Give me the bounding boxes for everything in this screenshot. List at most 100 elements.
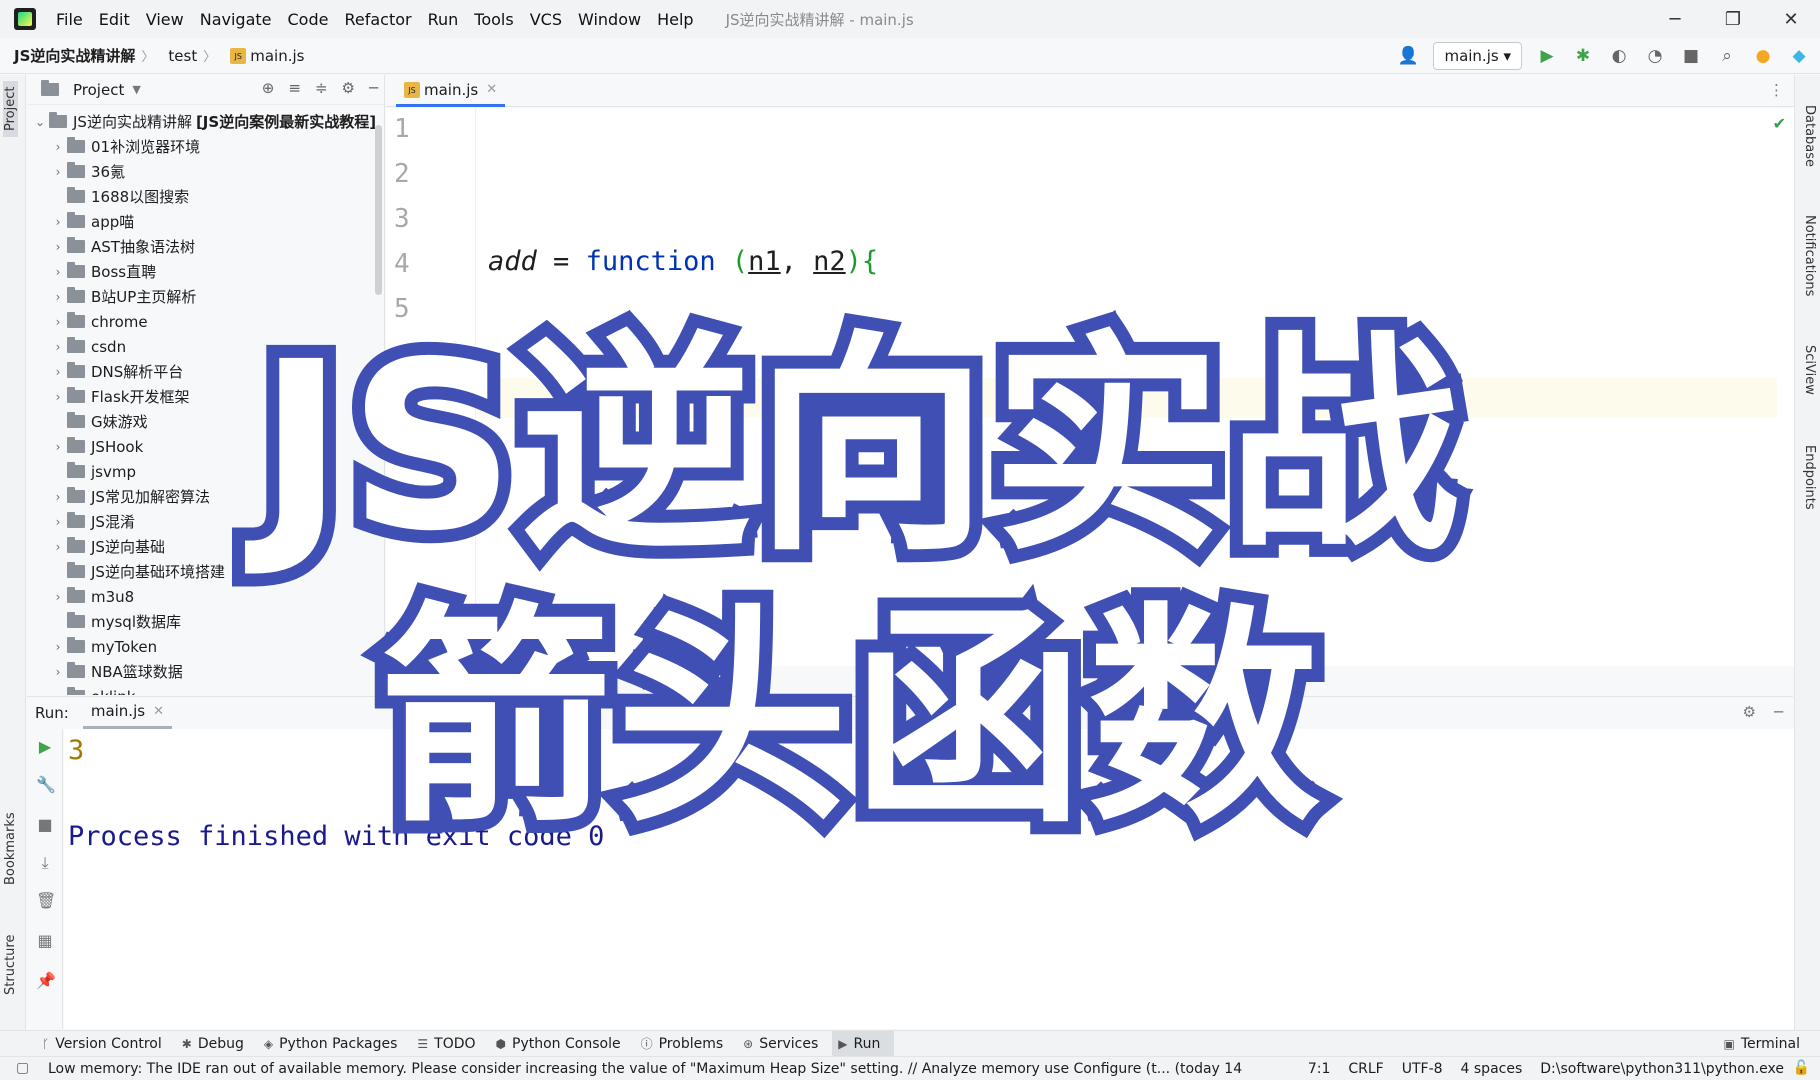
chevron-right-icon[interactable]: › [49, 665, 67, 679]
menu-window[interactable]: Window [570, 10, 649, 29]
project-panel-title[interactable]: Project [73, 81, 124, 99]
structure-tool-tab[interactable]: Structure [3, 935, 18, 995]
coverage-icon[interactable]: ◐ [1608, 45, 1630, 67]
tree-item[interactable]: › chrome [27, 309, 384, 334]
tree-item[interactable]: jsvmp [27, 459, 384, 484]
tree-item[interactable]: › app喵 [27, 209, 384, 234]
python-interpreter[interactable]: D:\software\python311\python.exe [1540, 1061, 1784, 1077]
status-message[interactable]: Low memory: The IDE ran out of available… [48, 1061, 1242, 1077]
indent-setting[interactable]: 4 spaces [1461, 1061, 1523, 1077]
chevron-right-icon[interactable]: › [49, 340, 67, 354]
chevron-right-icon[interactable]: › [49, 590, 67, 604]
run-tool[interactable]: ▶ Run [832, 1030, 895, 1057]
tree-item[interactable]: › JSHook [27, 434, 384, 459]
tree-item[interactable]: › DNS解析平台 [27, 359, 384, 384]
project-scrollbar[interactable] [375, 125, 382, 295]
chevron-right-icon[interactable]: › [49, 240, 67, 254]
chevron-right-icon[interactable]: › [49, 440, 67, 454]
database-tool-tab[interactable]: Database [1802, 105, 1817, 167]
chevron-right-icon[interactable]: › [49, 265, 67, 279]
caret-position[interactable]: 7:1 [1308, 1061, 1331, 1077]
tree-item[interactable]: 1688以图搜索 [27, 184, 384, 209]
menu-help[interactable]: Help [649, 10, 701, 29]
tree-item[interactable]: › JS逆向基础 [27, 534, 384, 559]
rerun-icon[interactable]: ▶ [36, 737, 54, 756]
expand-all-icon[interactable]: ≡ [288, 79, 301, 97]
line-separator[interactable]: CRLF [1348, 1061, 1383, 1077]
trash-icon[interactable]: 🗑 [36, 891, 56, 910]
jetbrains-icon[interactable]: ◆ [1788, 45, 1810, 67]
run-icon[interactable]: ▶ [1536, 45, 1558, 67]
debug-tool[interactable]: ✱ Debug [176, 1031, 258, 1057]
tree-item[interactable]: › m3u8 [27, 584, 384, 609]
chevron-right-icon[interactable]: › [49, 390, 67, 404]
code-editor[interactable]: 1 2 3 4 5 add = function (n1, n2){ ✔ [386, 108, 1794, 666]
tree-item[interactable]: oklink [27, 684, 384, 695]
scroll-to-end-icon[interactable]: ⤓ [36, 853, 54, 872]
tree-root[interactable]: ⌄ JS逆向实战精讲解 [JS逆向案例最新实战教程] [27, 109, 384, 134]
menu-vcs[interactable]: VCS [522, 10, 570, 29]
breadcrumb-project[interactable]: JS逆向实战精讲解 [0, 45, 141, 66]
menu-refactor[interactable]: Refactor [336, 10, 419, 29]
chevron-right-icon[interactable]: › [49, 640, 67, 654]
breadcrumb-folder[interactable]: test [154, 47, 203, 65]
menu-file[interactable]: File [48, 10, 91, 29]
tree-item[interactable]: › NBA篮球数据 [27, 659, 384, 684]
stop-icon[interactable]: ■ [1680, 45, 1702, 67]
collapse-all-icon[interactable]: ≑ [315, 79, 328, 97]
tree-item[interactable]: › JS混淆 [27, 509, 384, 534]
chevron-right-icon[interactable]: › [49, 215, 67, 229]
tree-item[interactable]: › Boss直聘 [27, 259, 384, 284]
menu-view[interactable]: View [138, 10, 192, 29]
tree-item[interactable]: mysql数据库 [27, 609, 384, 634]
run-config-select[interactable]: main.js ▾ [1433, 42, 1522, 70]
chevron-right-icon[interactable]: › [49, 315, 67, 329]
chevron-right-icon[interactable]: › [49, 290, 67, 304]
chevron-right-icon[interactable]: › [49, 490, 67, 504]
close-tab-icon[interactable]: ✕ [486, 82, 497, 97]
tree-item[interactable]: › 01补浏览器环境 [27, 134, 384, 159]
tree-item[interactable]: › AST抽象语法树 [27, 234, 384, 259]
menu-code[interactable]: Code [280, 10, 337, 29]
terminal-tool[interactable]: ▣ Terminal [1723, 1031, 1800, 1057]
gear-icon[interactable]: ⚙ [1743, 703, 1756, 721]
version-control-tool[interactable]: ᚴ Version Control [36, 1031, 176, 1057]
menu-edit[interactable]: Edit [91, 10, 138, 29]
python-packages-tool[interactable]: ◈ Python Packages [258, 1031, 412, 1057]
lock-icon[interactable]: 🔓 [1793, 1060, 1810, 1076]
tree-item[interactable]: › Flask开发框架 [27, 384, 384, 409]
stop-icon[interactable]: ■ [36, 815, 54, 834]
menu-tools[interactable]: Tools [466, 10, 521, 29]
pin-icon[interactable]: 📌 [36, 971, 56, 990]
editor-tab-main-js[interactable]: JS main.js ✕ [396, 75, 506, 107]
tree-item[interactable]: › JS常见加解密算法 [27, 484, 384, 509]
todo-tool[interactable]: ☰ TODO [411, 1031, 489, 1057]
file-encoding[interactable]: UTF-8 [1402, 1061, 1443, 1077]
gear-icon[interactable]: ⚙ [342, 79, 355, 97]
services-tool[interactable]: ⊛ Services [737, 1031, 832, 1057]
locate-icon[interactable]: ⊕ [262, 79, 275, 97]
tree-item[interactable]: › myToken [27, 634, 384, 659]
minimize-button[interactable]: ─ [1646, 0, 1704, 38]
tree-item[interactable]: › B站UP主页解析 [27, 284, 384, 309]
hide-icon[interactable]: ─ [369, 79, 378, 97]
chevron-down-icon[interactable]: ▼ [132, 83, 140, 96]
tree-item[interactable]: › csdn [27, 334, 384, 359]
run-console[interactable]: 3 Process finished with exit code 0 [64, 729, 1794, 1029]
hide-icon[interactable]: ─ [1774, 703, 1783, 721]
layout-icon[interactable]: ▦ [36, 931, 54, 950]
debug-icon[interactable]: ✱ [1572, 45, 1594, 67]
endpoints-tool-tab[interactable]: Endpoints [1802, 445, 1817, 510]
update-icon[interactable]: ● [1752, 45, 1774, 67]
more-options-icon[interactable]: ⋮ [1769, 81, 1784, 99]
run-tab-main-js[interactable]: main.js ✕ [82, 697, 172, 729]
sciview-tool-tab[interactable]: SciView [1802, 345, 1817, 395]
chevron-down-icon[interactable]: ⌄ [31, 115, 49, 129]
tree-item[interactable]: JS逆向基础环境搭建 [27, 559, 384, 584]
tree-item[interactable]: › 36氪 [27, 159, 384, 184]
tree-item[interactable]: G妹游戏 [27, 409, 384, 434]
breadcrumb-file[interactable]: JS main.js [216, 47, 310, 65]
close-tab-icon[interactable]: ✕ [153, 704, 164, 719]
toggle-panel-icon[interactable]: ▢ [16, 1060, 29, 1076]
profile-icon[interactable]: ◔ [1644, 45, 1666, 67]
